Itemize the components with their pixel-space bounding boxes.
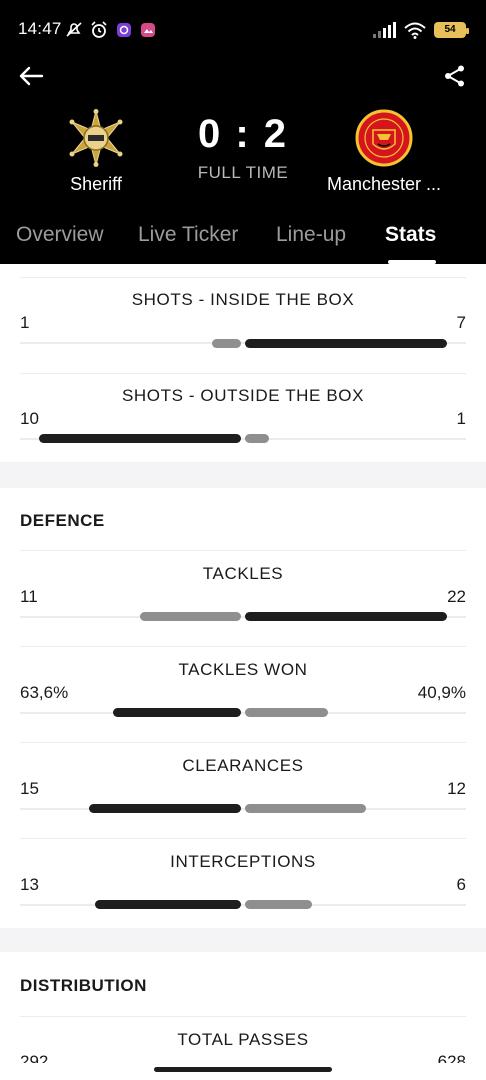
stat-home-value: 13 bbox=[20, 875, 39, 894]
stat-away-value: 12 bbox=[447, 779, 466, 798]
stat-home-value: 292 bbox=[20, 1052, 49, 1071]
signal-icon bbox=[373, 22, 396, 38]
arrow-left-icon bbox=[19, 66, 44, 86]
stat-home-value: 15 bbox=[20, 779, 39, 798]
match-status: FULL TIME bbox=[197, 163, 289, 182]
stat-away-value: 22 bbox=[447, 587, 466, 606]
status-time: 14:47 bbox=[18, 19, 62, 38]
wifi-icon bbox=[404, 22, 426, 39]
stat-track bbox=[20, 904, 466, 906]
stat-home-value: 1 bbox=[20, 313, 30, 332]
battery-icon: 54 bbox=[434, 22, 469, 38]
home-team-name: Sheriff bbox=[70, 174, 122, 194]
mute-alarm-icon bbox=[66, 22, 82, 37]
stat-label: INTERCEPTIONS bbox=[170, 852, 316, 871]
divider bbox=[20, 550, 466, 551]
gallery-notification-icon bbox=[141, 23, 155, 37]
away-bar bbox=[245, 434, 269, 443]
divider bbox=[20, 742, 466, 743]
alarm-clock-icon bbox=[91, 21, 107, 38]
attack-stats-card: SHOTS - INSIDE THE BOX 1 7 SHOTS - OUTSI… bbox=[0, 264, 486, 462]
share-button[interactable] bbox=[440, 62, 470, 90]
stat-label: TACKLES bbox=[202, 564, 284, 583]
sheriff-crest-icon bbox=[69, 109, 123, 167]
stat-away-value: 628 bbox=[437, 1052, 466, 1071]
match-header: 14:47 54 Sheriff 0: 2 FULL TIME Manches… bbox=[0, 0, 486, 264]
app-notification-icon bbox=[117, 23, 131, 37]
defence-stats-card: DEFENCE TACKLES 11 22 TACKLES WON 63,6% … bbox=[0, 488, 486, 928]
stat-away-value: 6 bbox=[456, 875, 466, 894]
home-bar bbox=[212, 339, 241, 348]
home-bar bbox=[89, 804, 241, 813]
stat-track bbox=[20, 808, 466, 810]
away-bar bbox=[245, 612, 447, 621]
home-team[interactable]: Sheriff bbox=[26, 108, 166, 195]
scoreboard: 0 : 2 FULL TIME bbox=[163, 112, 323, 183]
stat-label: TACKLES WON bbox=[178, 660, 308, 679]
divider bbox=[20, 646, 466, 647]
stat-label: TOTAL PASSES bbox=[177, 1030, 309, 1049]
stat-home-value: 10 bbox=[20, 409, 39, 428]
away-team-name: Manchester ... bbox=[326, 174, 442, 194]
stat-track bbox=[20, 712, 466, 714]
divider bbox=[20, 373, 466, 374]
home-bar bbox=[39, 434, 241, 443]
home-bar bbox=[113, 708, 241, 717]
manchester-united-crest-icon bbox=[355, 109, 413, 167]
tab-live-ticker[interactable]: Live Ticker bbox=[138, 223, 238, 247]
share-icon bbox=[445, 65, 464, 87]
away-bar bbox=[245, 900, 312, 909]
match-stats-screen: 14:47 54 Sheriff 0: 2 FULL TIME Manches… bbox=[0, 0, 486, 1080]
section-title-distribution: DISTRIBUTION bbox=[20, 976, 147, 995]
distribution-stats-card: DISTRIBUTION TOTAL PASSES 292 628 bbox=[0, 952, 486, 1080]
status-bar: 14:47 54 bbox=[0, 0, 486, 58]
divider bbox=[20, 1016, 466, 1017]
battery-level: 54 bbox=[436, 24, 464, 36]
stat-home-value: 11 bbox=[20, 587, 38, 606]
tab-stats[interactable]: Stats bbox=[385, 223, 436, 247]
stat-away-value: 40,9% bbox=[417, 683, 466, 702]
stat-label: SHOTS - INSIDE THE BOX bbox=[131, 290, 355, 309]
home-bar bbox=[140, 612, 241, 621]
tab-overview[interactable]: Overview bbox=[16, 223, 104, 247]
away-bar bbox=[245, 339, 447, 348]
stat-label: SHOTS - OUTSIDE THE BOX bbox=[121, 386, 365, 405]
home-bar bbox=[95, 900, 241, 909]
away-team[interactable]: Manchester ... bbox=[314, 108, 454, 195]
back-button[interactable] bbox=[14, 62, 48, 90]
match-score: 0 : 2 bbox=[197, 112, 289, 156]
stat-label: CLEARANCES bbox=[182, 756, 304, 775]
divider bbox=[20, 838, 466, 839]
home-gesture-bar[interactable] bbox=[154, 1067, 332, 1072]
divider bbox=[20, 277, 466, 278]
status-indicators: 54 bbox=[372, 20, 469, 40]
stat-away-value: 7 bbox=[456, 313, 466, 332]
section-title-defence: DEFENCE bbox=[20, 511, 105, 530]
tab-line-up[interactable]: Line-up bbox=[276, 223, 346, 247]
away-bar bbox=[245, 708, 328, 717]
away-bar bbox=[245, 804, 366, 813]
match-tabs: Overview Live Ticker Line-up Stats bbox=[0, 216, 486, 264]
stat-away-value: 1 bbox=[456, 409, 466, 428]
stat-home-value: 63,6% bbox=[20, 683, 69, 702]
